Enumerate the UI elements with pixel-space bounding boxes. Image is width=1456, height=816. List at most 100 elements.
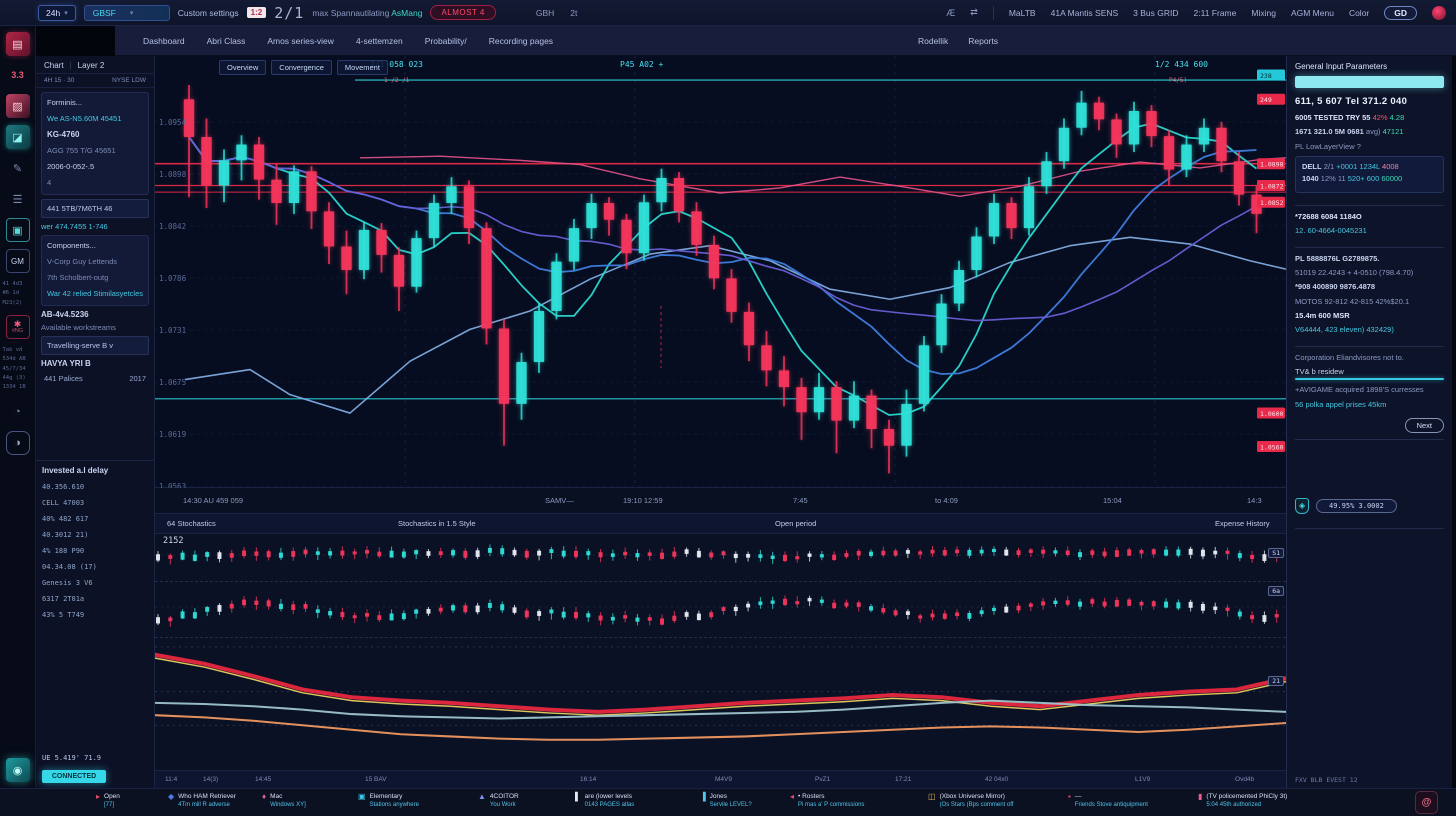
right-lower-panel: ◈ 49.95% 3.0002 FXV BLB EVEST 12 [1295, 439, 1444, 784]
cyan-row[interactable]: wer 474.7455 1-746 [41, 222, 149, 231]
tab-layer-2[interactable]: Layer 2 [78, 61, 105, 70]
list-item[interactable]: AGG 755 T/G 45651 [47, 146, 143, 155]
main-chart[interactable]: 1.09541.08981.08421.07861.07311.06751.06… [155, 56, 1286, 488]
next-button[interactable]: Next [1405, 418, 1444, 433]
ghost-button-1[interactable]: GBH [536, 8, 554, 18]
menubar-item-2[interactable]: Amos series-view [267, 36, 334, 46]
time-label: 7:45 [793, 496, 808, 505]
legend-chip-1[interactable]: Convergence [271, 60, 332, 75]
taskbar-item-sub: You Work [490, 802, 519, 808]
legend-chip-2[interactable]: Movement [337, 60, 388, 75]
info-row: PL 5888876L G2789875. [1295, 254, 1444, 263]
snapshot-icon[interactable]: ▤ [6, 32, 30, 56]
info-row: +AVIGAME acquired 1898'S curresses [1295, 385, 1444, 394]
menubar-right-item-1[interactable]: Reports [968, 36, 998, 46]
highlighted-input[interactable] [1295, 76, 1444, 88]
taskbar-item[interactable]: ▐JonesServile LEVEL? [700, 792, 752, 808]
swap-icon[interactable]: ⇄ [970, 7, 978, 18]
taskbar-item[interactable]: ◆Who HAM Retriever4Tm mill R adverse [168, 792, 236, 808]
avatar[interactable] [1432, 6, 1446, 20]
axis-label: M4V9 [715, 776, 732, 783]
list-item[interactable]: We AS-N5.60M 45451 [47, 114, 143, 123]
history-icon[interactable]: ◔ [6, 400, 30, 424]
menubar-item-4[interactable]: Probability/ [425, 36, 467, 46]
menubar-right-item-0[interactable]: Rodellik [918, 36, 948, 46]
svg-text:1 /2 /1: 1 /2 /1 [384, 77, 410, 84]
toolbar-menu-item-6[interactable]: Color [1349, 8, 1369, 18]
timeframe-selector[interactable]: 24h ▾ [38, 5, 76, 21]
svg-text:1.0898: 1.0898 [159, 170, 187, 179]
stochastic-strip-2[interactable]: 6a [155, 582, 1286, 638]
alert-icon[interactable]: ✱#NG [6, 315, 30, 339]
toolbar-menu-item-5[interactable]: AGM Menu [1291, 8, 1334, 18]
menubar-item-0[interactable]: Dashboard [143, 36, 185, 46]
list-item[interactable]: 4 [47, 178, 143, 187]
gallery-icon[interactable]: ▨ [6, 94, 30, 118]
alerts-button[interactable]: ALMOST 4 [430, 5, 495, 20]
order-span: +0001 1234L [1336, 162, 1380, 171]
taskbar-item[interactable]: ♦MacWindows XY] [262, 792, 306, 808]
order-row[interactable]: DELL 2/1 +0001 1234L 4008 [1302, 162, 1437, 171]
list-item[interactable]: 7th Scholbert-outg [47, 273, 143, 282]
taskbar-item[interactable]: ◫(Xbox Universe Mirror)(Os Stars (Bps co… [928, 792, 1013, 808]
ghost-button-2[interactable]: 2t [570, 8, 577, 18]
taskbar-item[interactable]: ▲4COITORYou Work [478, 792, 519, 808]
strip1-badge: S1 [1268, 548, 1284, 558]
svg-text:1.0898: 1.0898 [1260, 161, 1284, 169]
ratio-icon[interactable]: 3.3 [6, 63, 30, 87]
list-item[interactable]: V-Corp Guy Lettends [47, 257, 143, 266]
taskbar-item-title: Mac [270, 792, 306, 802]
indicator-time-axis[interactable]: 11:414(3)14:4515 BAV16:14M4V9PvZ117:2142… [155, 770, 1286, 788]
monitor-icon[interactable]: ▣ [6, 218, 30, 242]
chart-icon[interactable]: ◪ [6, 125, 30, 149]
taskbar-item[interactable]: ▌are (lower levels0143 PAGES atlas [575, 792, 634, 808]
menubar-item-5[interactable]: Recording pages [489, 36, 553, 46]
draw-icon[interactable]: ✎ [6, 156, 30, 180]
connected-button[interactable]: CONNECTED [42, 770, 106, 783]
chart-time-axis[interactable]: 14:30 AU 459 059SAMV—19:10 12:597:45to 4… [155, 488, 1286, 514]
info-icon[interactable]: ◑ [6, 431, 30, 455]
layers-icon[interactable]: ☰ [6, 187, 30, 211]
legend-chip-0[interactable]: Overview [219, 60, 266, 75]
list-item[interactable]: Components... [47, 241, 143, 250]
order-row[interactable]: 1040 12% 11 520+ 600 60000 [1302, 174, 1437, 183]
list-item[interactable]: Forminis... [47, 98, 143, 107]
menubar-item-3[interactable]: 4-settemzen [356, 36, 403, 46]
power-icon[interactable]: ◉ [6, 758, 30, 782]
toolbar-menu-item-2[interactable]: 3 Bus GRID [1133, 8, 1178, 18]
terminal-row: 43% 5 T749 [42, 611, 148, 619]
custom-settings-link[interactable]: Custom settings [178, 8, 239, 18]
menubar-item-1[interactable]: Abri Class [207, 36, 246, 46]
toolbar-menu-item-4[interactable]: Mixing [1251, 8, 1276, 18]
fx-icon[interactable]: Æ [946, 8, 955, 18]
order-rows-box[interactable]: DELL 2/1 +0001 1234L 4008 1040 12% 11 520… [1295, 156, 1444, 193]
toolbar-menu-item-1[interactable]: 41A Mantis SENS [1051, 8, 1119, 18]
indicator-header-row: 64 StochasticsStochastics in 1.5 StyleOp… [155, 514, 1286, 534]
go-pill-button[interactable]: GD [1384, 6, 1417, 20]
taskbar-item[interactable]: ▣ElementaryStations anywhere [358, 792, 419, 808]
list-item[interactable]: War 42 relied Stimilasyetcles [47, 289, 143, 298]
gm-badge[interactable]: GM [6, 249, 30, 273]
taskbar-item[interactable]: ▸Open[77] [96, 792, 120, 808]
stochastic-strip-1[interactable]: 2152 S1 [155, 534, 1286, 582]
taskbar-item[interactable]: ◂• RostersPi mas a' P commissions [790, 792, 864, 808]
layers-icon-glyph: ☰ [13, 193, 23, 206]
list-item[interactable]: 2006-0-052-.5 [47, 162, 143, 171]
taskbar-item[interactable]: ▪—Friends Stove antiquipment [1068, 792, 1148, 808]
toolbar-menu-item-0[interactable]: MaLTB [1009, 8, 1036, 18]
tab-label[interactable]: TV& b residew [1295, 367, 1444, 378]
tab-chart[interactable]: Chart [44, 61, 64, 70]
symbol-selector[interactable]: GBSF ▾ [84, 5, 170, 21]
terminal-row: 6317 2T01a [42, 595, 148, 603]
taskbar-item[interactable]: ▮(TV policemented PhiCly 3t)5:04 45th au… [1198, 792, 1287, 808]
taskbar-item-text: (Xbox Universe Mirror)(Os Stars (Bps com… [940, 792, 1014, 808]
toolbar-menu-item-3[interactable]: 2:11 Frame [1194, 8, 1237, 18]
oscillator-panel[interactable]: 21 [155, 638, 1286, 770]
verify-button[interactable]: 49.95% 3.0002 [1316, 499, 1397, 513]
oscillator-badge: 21 [1268, 676, 1284, 686]
symbol-row-box[interactable]: 441 5TB/7M6TH 46 [41, 199, 149, 218]
taskbar-item-sub: Stations anywhere [370, 802, 419, 808]
app-logo[interactable]: @ [1415, 791, 1438, 814]
travel-row-box[interactable]: Travelling-serve B v [41, 336, 149, 355]
list-item[interactable]: KG-4760 [47, 130, 143, 139]
